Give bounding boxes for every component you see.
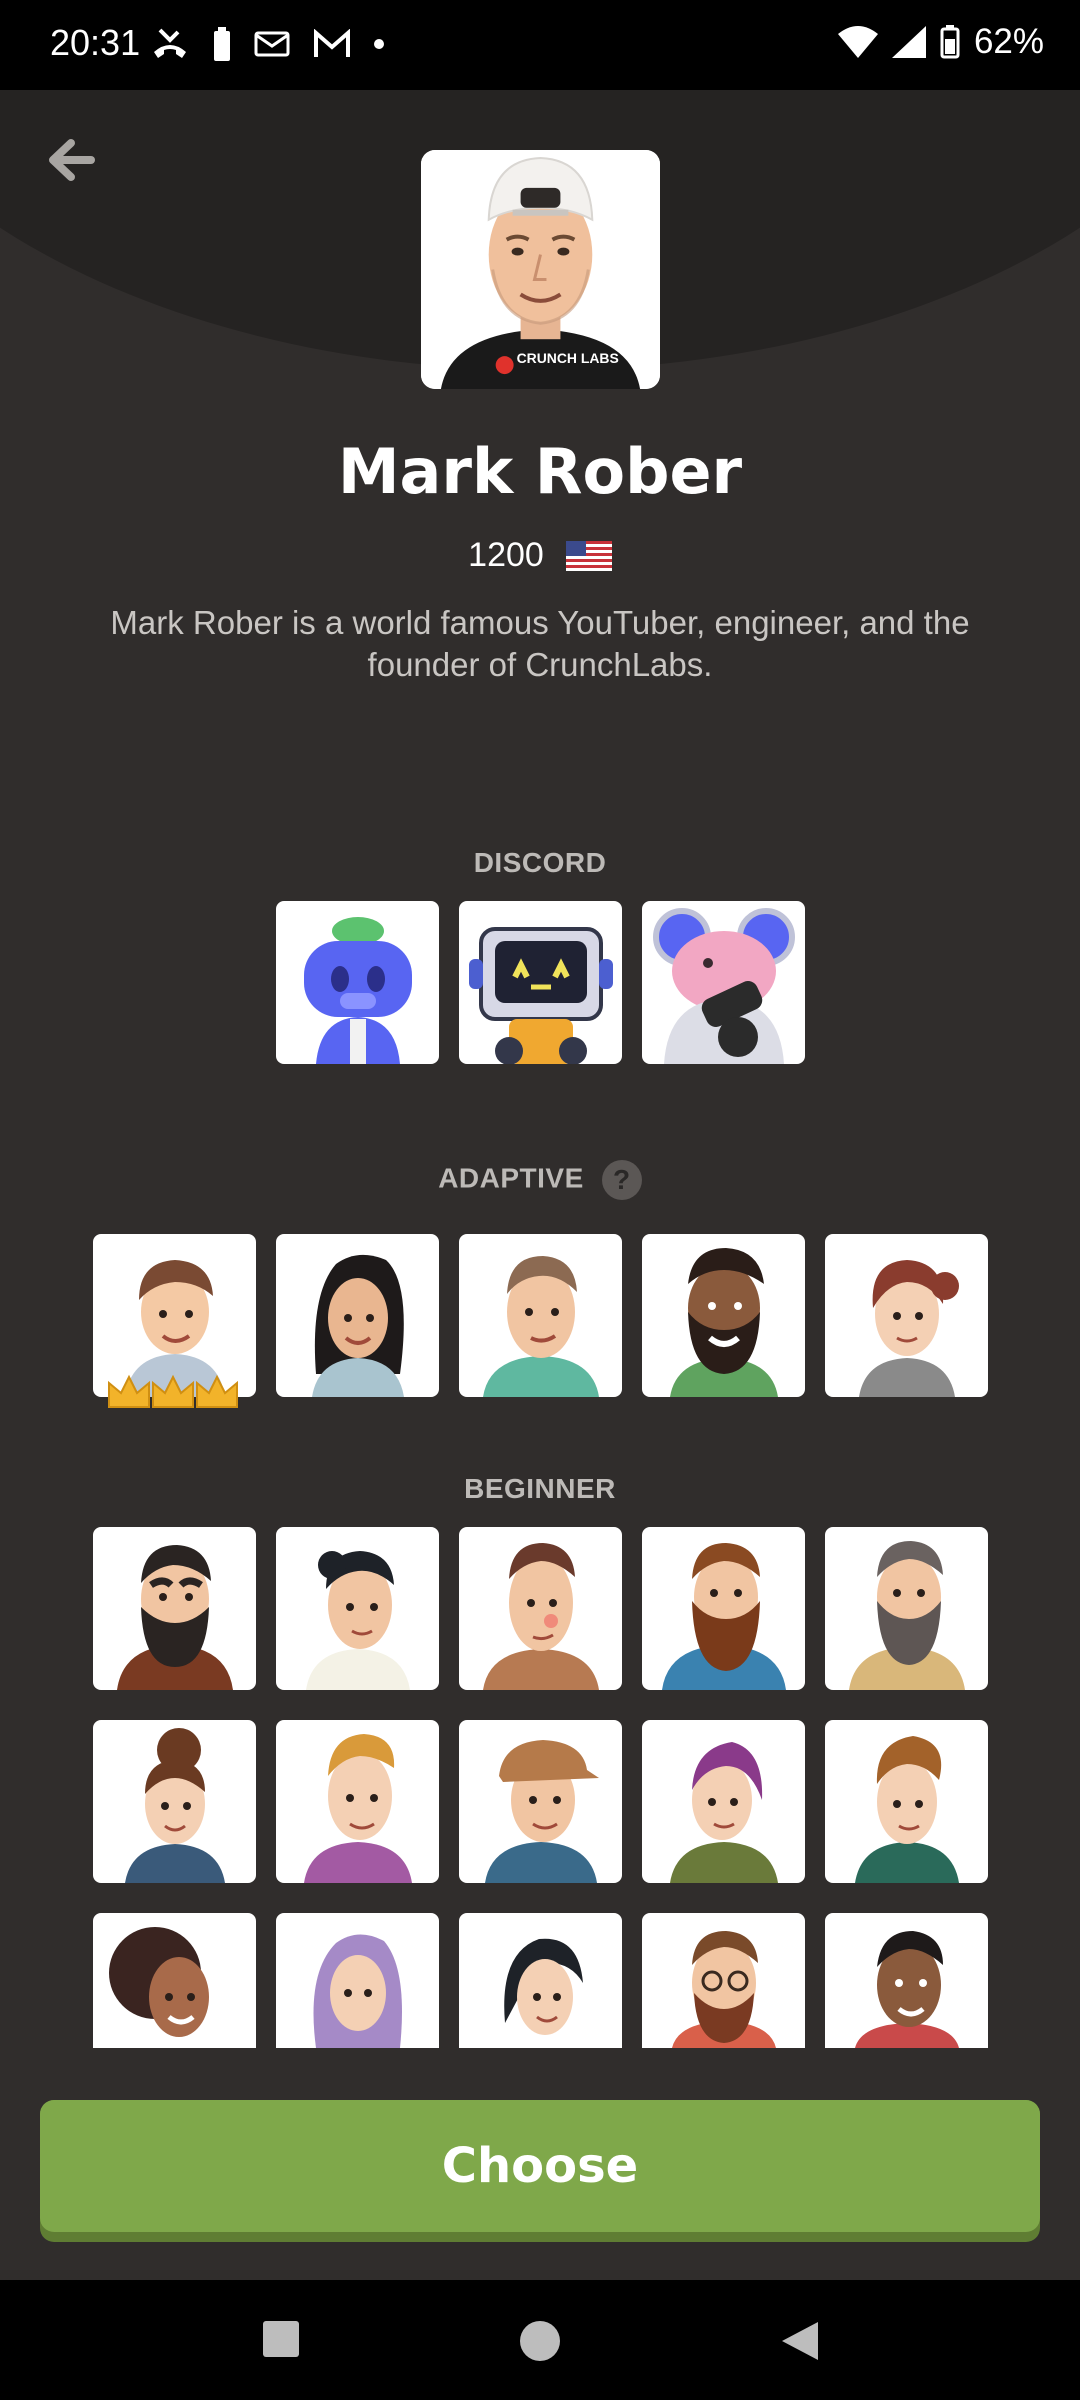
battery-icon [940,25,960,59]
home-button[interactable] [519,2320,561,2362]
profile-screen: CRUNCH LABS Mark Rober 1200 Mark Rober i… [0,90,1080,2280]
beginner-avatar-3[interactable] [459,1527,622,1690]
discord-bot-avatar-2[interactable] [459,901,622,1064]
missed-call-icon [154,28,186,58]
beginner-avatar-8[interactable] [459,1720,622,1883]
beginner-avatar-13[interactable] [459,1913,622,2048]
status-bar: 20:31 62% [0,0,1080,90]
choose-button[interactable]: Choose [40,2100,1040,2232]
beginner-avatar-2[interactable] [276,1527,439,1690]
status-time: 20:31 [50,22,141,63]
adaptive-section-title: ADAPTIVE? [0,1160,1080,1200]
wifi-icon [837,26,878,58]
beginner-avatar-15[interactable] [825,1913,988,2048]
crown-rating-icon [108,1374,238,1408]
profile-description: Mark Rober is a world famous YouTuber, e… [110,604,970,683]
adaptive-section-label: ADAPTIVE [438,1162,584,1194]
beginner-avatar-10[interactable] [825,1720,988,1883]
back-nav-button[interactable] [780,2320,820,2362]
battery-saver-icon [214,27,230,61]
status-notification-icons [150,26,384,62]
adaptive-avatar-5[interactable] [825,1234,988,1397]
adaptive-avatar-4[interactable] [642,1234,805,1397]
navigation-bar [0,2280,1080,2400]
profile-avatar: CRUNCH LABS [421,150,660,389]
discord-section-title: DISCORD [473,847,607,878]
beginner-avatar-12[interactable] [276,1913,439,2048]
rating-row: 1200 [0,536,1080,575]
mail-icon [254,31,290,57]
beginner-avatar-9[interactable] [642,1720,805,1883]
us-flag-icon [565,540,612,571]
choose-button-shadow: Choose [40,2100,1040,2242]
beginner-avatar-6[interactable] [93,1720,256,1883]
beginner-avatar-11[interactable] [93,1913,256,2048]
beginner-avatar-1[interactable] [93,1527,256,1690]
discord-bot-avatar-3[interactable] [642,901,805,1064]
beginner-section-title: BEGINNER [464,1473,616,1504]
rating-value: 1200 [468,536,544,574]
discord-bot-avatar-1[interactable] [276,901,439,1064]
help-icon[interactable]: ? [601,1160,642,1200]
beginner-avatar-4[interactable] [642,1527,805,1690]
back-button[interactable] [40,130,100,190]
gmail-icon [314,29,350,57]
profile-name: Mark Rober [337,435,743,508]
battery-percent: 62% [973,22,1044,61]
recents-button[interactable] [262,2320,300,2358]
beginner-avatar-14[interactable] [642,1913,805,2048]
arrow-left-icon [49,139,95,181]
beginner-avatar-7[interactable] [276,1720,439,1883]
adaptive-avatar-2[interactable] [276,1234,439,1397]
beginner-avatar-5[interactable] [825,1527,988,1690]
dot-icon [374,39,384,49]
shirt-logo-text: CRUNCH LABS [517,350,619,366]
signal-icon [891,26,926,58]
adaptive-avatar-3[interactable] [459,1234,622,1397]
status-system-icons: 62% [837,22,1044,62]
